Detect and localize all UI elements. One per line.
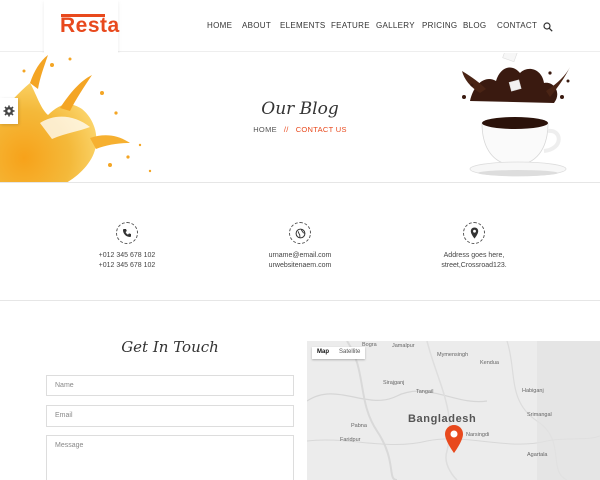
address-line-2: street,Crossroad123. (441, 262, 507, 269)
map-label-pabna: Pabna (351, 423, 367, 429)
main-nav: HOME ABOUT ELEMENTS FEATURE GALLERY PRIC… (0, 21, 600, 35)
page-banner: Our Blog HOME//CONTACT US (0, 53, 600, 183)
nav-home[interactable]: HOME (207, 21, 232, 30)
map-label-sirajganj: Sirajganj (383, 380, 405, 386)
nav-blog[interactable]: BLOG (463, 21, 486, 30)
nav-about[interactable]: ABOUT (242, 21, 271, 30)
nav-gallery[interactable]: GALLERY (376, 21, 415, 30)
nav-feature[interactable]: FEATURE (331, 21, 370, 30)
map-label-bogra: Bogra (362, 342, 377, 348)
map-type-tabs: Map Satellite (312, 347, 366, 359)
map-label-srimangal: Srimangal (527, 412, 552, 418)
map-label-narsingdi: Narsingdi (466, 432, 490, 438)
contact-email: urname@email.com urwebsitenaem.com (220, 222, 380, 271)
globe-icon (289, 222, 311, 244)
map-label-jamalpur: Jamalpur (392, 343, 415, 349)
breadcrumb-separator: // (283, 125, 289, 134)
map-label-faridpur: Faridpur (340, 437, 361, 443)
website-line[interactable]: urwebsitenaem.com (220, 261, 380, 271)
contact-phone: +012 345 678 102 +012 345 678 102 (47, 222, 207, 271)
phone-line-2[interactable]: +012 345 678 102 (47, 261, 207, 271)
contact-address: Address goes here, street,Crossroad123. (394, 222, 554, 271)
breadcrumb-current: CONTACT US (295, 125, 347, 134)
map-tab-satellite[interactable]: Satellite (334, 347, 365, 359)
contact-info-section: +012 345 678 102 +012 345 678 102 urname… (0, 184, 600, 301)
breadcrumb-home[interactable]: HOME (253, 125, 277, 134)
coffee-cup-image (462, 53, 570, 177)
message-field[interactable]: Message (46, 435, 294, 480)
map-label-habiganj: Habiganj (522, 388, 544, 394)
nav-elements[interactable]: ELEMENTS (280, 21, 326, 30)
map-label-country: Bangladesh (408, 413, 477, 425)
map-tab-map[interactable]: Map (312, 347, 334, 359)
map-label-tangail: Tangail (416, 389, 434, 395)
nav-pricing[interactable]: PRICING (422, 21, 457, 30)
location-map[interactable]: Map Satellite (307, 341, 600, 480)
map-label-mymensingh: Mymensingh (437, 352, 469, 358)
nav-contact[interactable]: CONTACT (497, 21, 537, 30)
map-label-agartala: Agartala (527, 452, 548, 458)
map-label-kendua: Kendua (480, 360, 499, 366)
phone-icon (116, 222, 138, 244)
phone-line-1[interactable]: +012 345 678 102 (47, 251, 207, 261)
map-pin-icon (463, 222, 485, 244)
map-background (307, 341, 600, 480)
contact-form-title: Get In Touch (121, 338, 219, 356)
search-icon[interactable] (543, 22, 553, 32)
address-line-1: Address goes here, (443, 252, 505, 259)
map-marker-icon[interactable] (444, 424, 464, 454)
email-line[interactable]: urname@email.com (220, 251, 380, 261)
site-header: Resta HOME ABOUT ELEMENTS FEATURE GALLER… (0, 0, 600, 62)
email-field[interactable]: Email (46, 405, 294, 427)
name-field[interactable]: Name (46, 375, 294, 396)
